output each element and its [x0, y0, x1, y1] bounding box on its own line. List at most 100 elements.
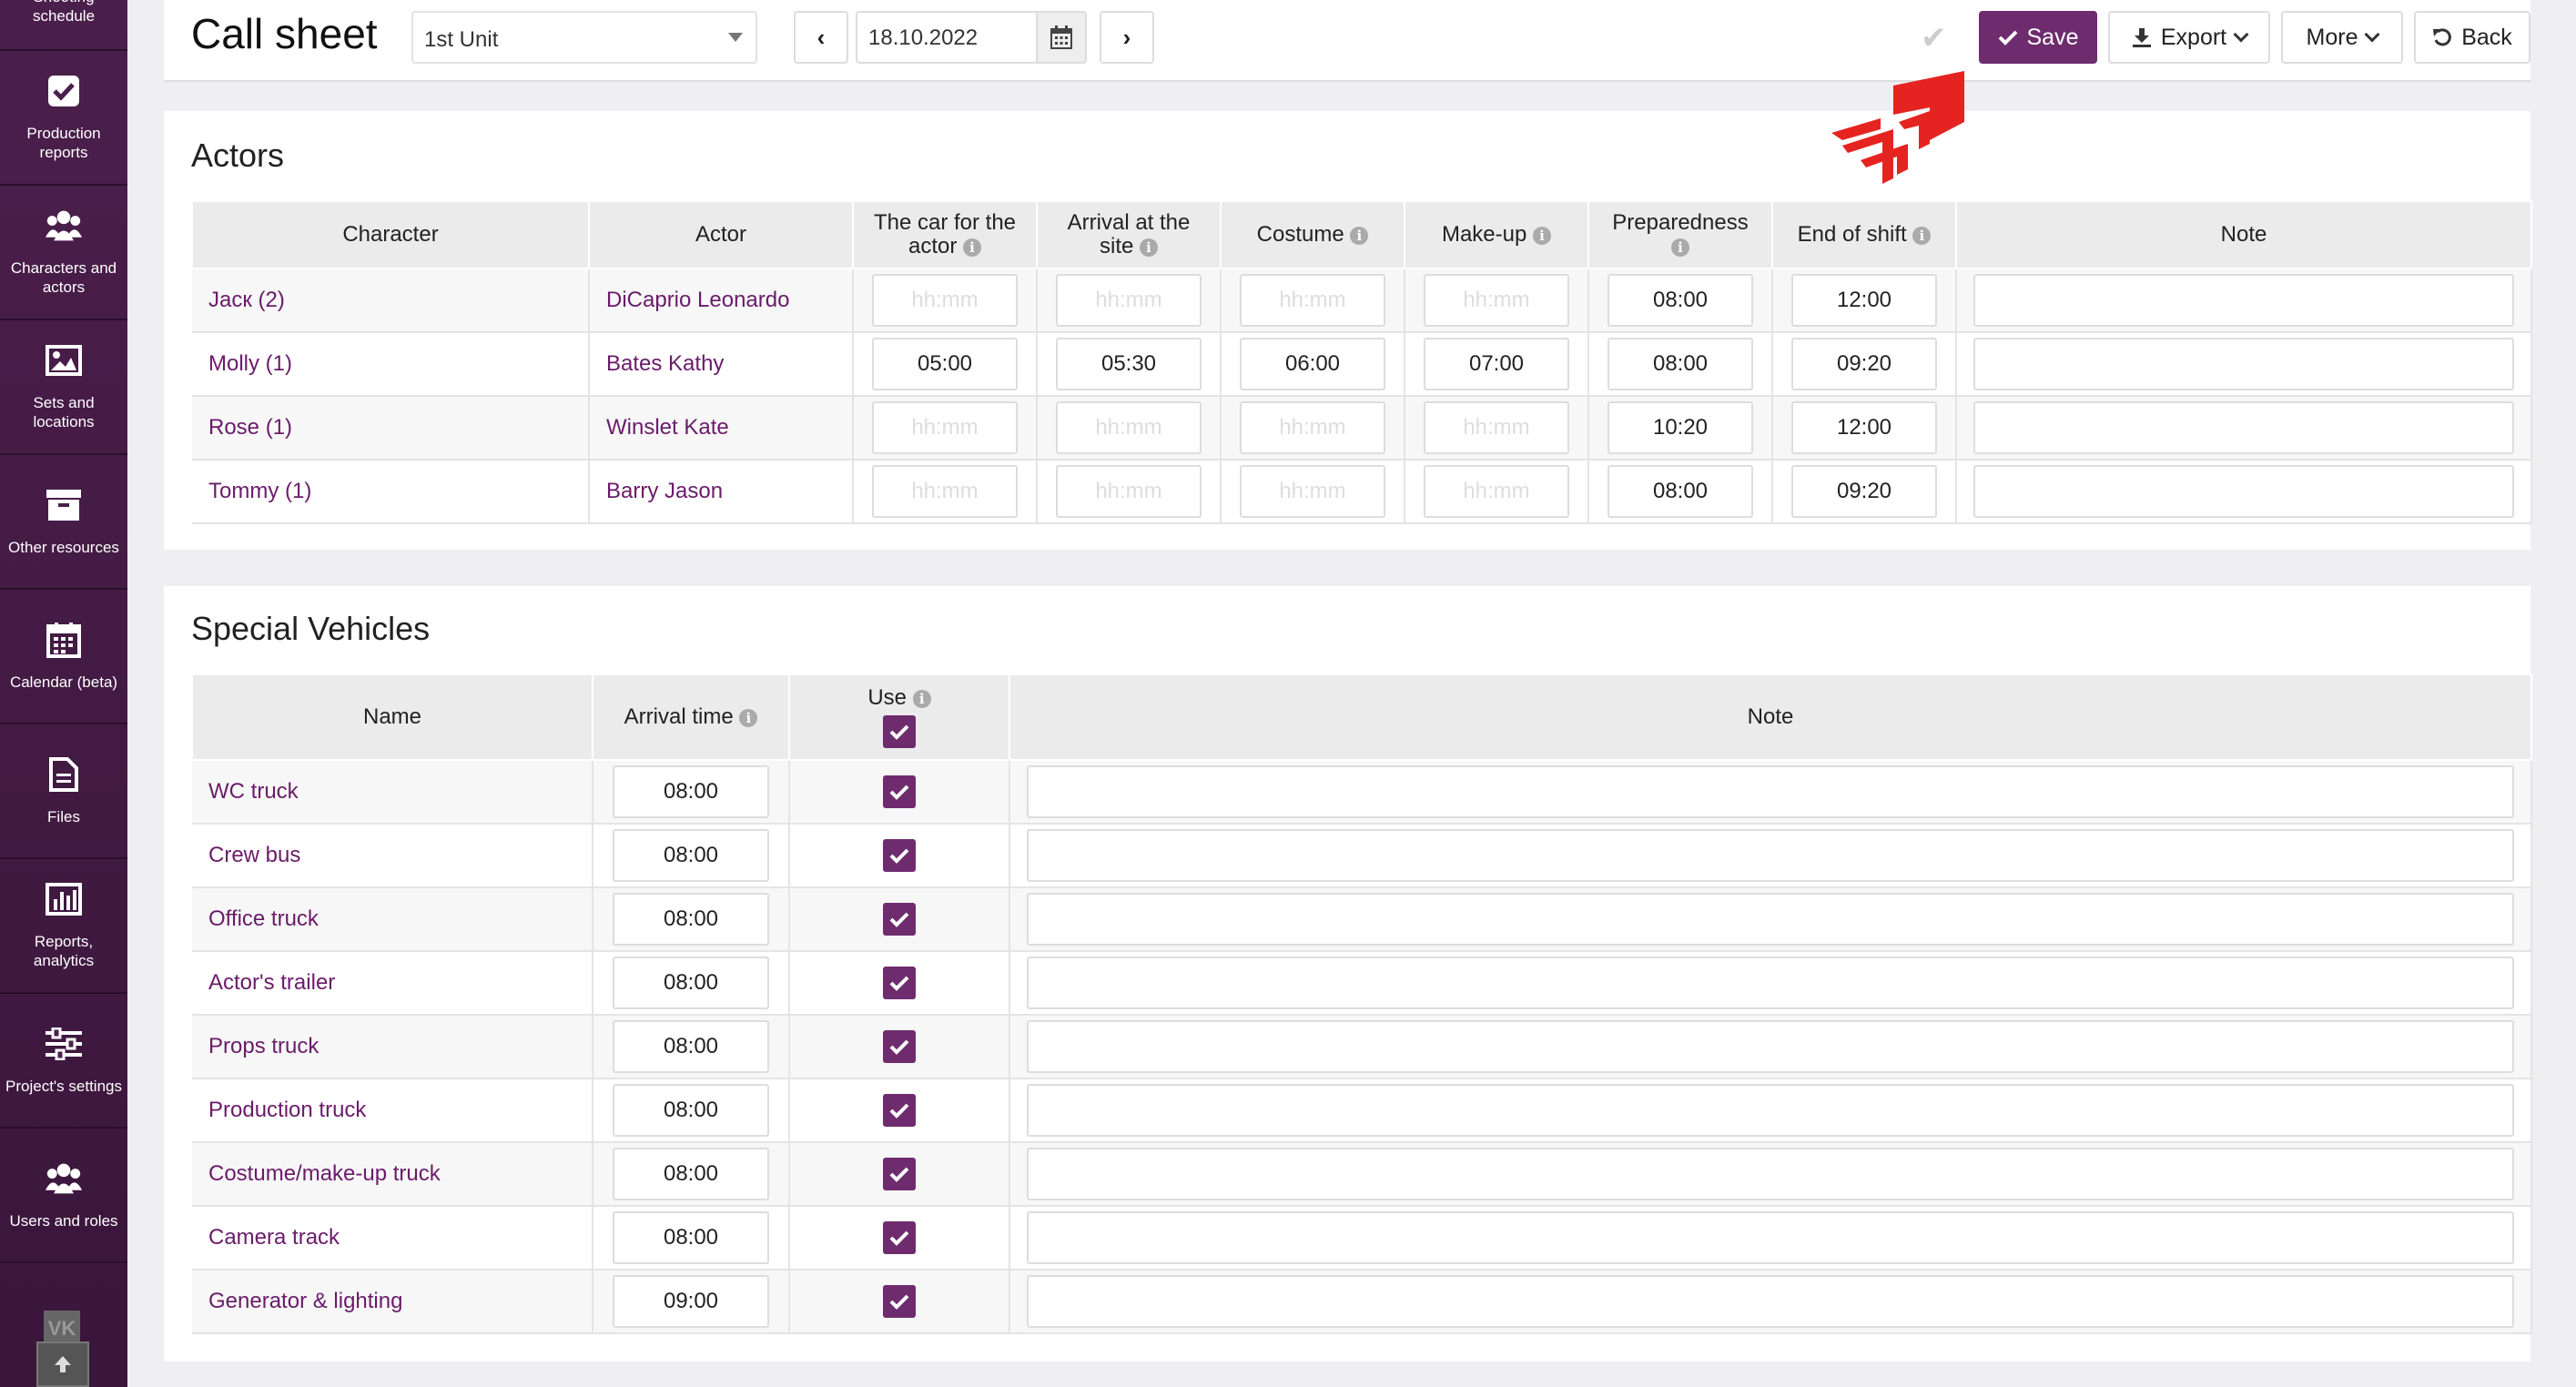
time-input-end[interactable]: 09:20: [1791, 338, 1937, 390]
vehicle-link[interactable]: Office truck: [192, 887, 593, 952]
time-input-makeup[interactable]: 07:00: [1424, 338, 1569, 390]
info-icon[interactable]: i: [1533, 226, 1552, 245]
character-link[interactable]: Jacк (2): [192, 268, 590, 333]
time-input-arrival[interactable]: hh:mm: [1056, 465, 1202, 518]
time-input-costume[interactable]: hh:mm: [1240, 465, 1385, 518]
arrival-time-input[interactable]: 08:00: [613, 1084, 769, 1137]
note-input[interactable]: [1027, 1084, 2514, 1137]
vehicle-link[interactable]: WC truck: [192, 760, 593, 825]
use-checkbox[interactable]: [883, 967, 916, 999]
note-input[interactable]: [1027, 765, 2514, 818]
time-input-costume[interactable]: hh:mm: [1240, 274, 1385, 327]
time-input-preparedness[interactable]: 08:00: [1607, 465, 1753, 518]
info-icon[interactable]: i: [1350, 226, 1369, 245]
info-icon[interactable]: i: [1912, 226, 1932, 245]
actor-link[interactable]: Winslet Kate: [589, 396, 854, 461]
use-checkbox[interactable]: [883, 1221, 916, 1254]
note-input[interactable]: [1027, 1148, 2514, 1200]
time-input-preparedness[interactable]: 10:20: [1607, 401, 1753, 454]
sidebar-item-users-and-roles[interactable]: Users and roles: [0, 1129, 127, 1263]
time-input-arrival[interactable]: hh:mm: [1056, 274, 1202, 327]
sidebar-item-production-reports[interactable]: Production reports: [0, 51, 127, 186]
character-link[interactable]: Molly (1): [192, 332, 590, 397]
time-input-costume[interactable]: 06:00: [1240, 338, 1385, 390]
arrival-time-input[interactable]: 08:00: [613, 957, 769, 1009]
sidebar-item-reports-analytics[interactable]: Reports, analytics: [0, 859, 127, 994]
use-checkbox[interactable]: [883, 839, 916, 872]
time-input-car[interactable]: hh:mm: [872, 401, 1018, 454]
use-checkbox[interactable]: [883, 1285, 916, 1318]
calendar-button[interactable]: [1036, 11, 1087, 64]
sidebar-item-characters-and-actors[interactable]: Characters and actors: [0, 186, 127, 320]
time-input-costume[interactable]: hh:mm: [1240, 401, 1385, 454]
time-input-preparedness[interactable]: 08:00: [1607, 274, 1753, 327]
date-input[interactable]: 18.10.2022: [856, 11, 1038, 64]
note-input[interactable]: [1027, 1275, 2514, 1328]
note-input[interactable]: [1027, 1211, 2514, 1264]
select-all-checkbox[interactable]: [883, 715, 916, 748]
note-input[interactable]: [1027, 829, 2514, 882]
note-input[interactable]: [1973, 338, 2514, 390]
time-input-makeup[interactable]: hh:mm: [1424, 465, 1569, 518]
time-input-end[interactable]: 12:00: [1791, 401, 1937, 454]
arrival-time-input[interactable]: 08:00: [613, 765, 769, 818]
actor-link[interactable]: Bates Kathy: [589, 332, 854, 397]
time-input-arrival[interactable]: 05:30: [1056, 338, 1202, 390]
sidebar-item-shooting-schedule[interactable]: Shooting schedule: [0, 0, 127, 51]
vehicle-link[interactable]: Crew bus: [192, 824, 593, 888]
note-input[interactable]: [1973, 274, 2514, 327]
info-icon[interactable]: i: [739, 708, 758, 727]
actor-link[interactable]: Barry Jason: [589, 460, 854, 524]
vehicle-link[interactable]: Production truck: [192, 1078, 593, 1143]
more-button[interactable]: More: [2281, 11, 2403, 64]
time-input-arrival[interactable]: hh:mm: [1056, 401, 1202, 454]
vehicle-link[interactable]: Generator & lighting: [192, 1270, 593, 1334]
time-input-end[interactable]: 09:20: [1791, 465, 1937, 518]
vehicle-link[interactable]: Camera track: [192, 1206, 593, 1271]
time-input-car[interactable]: 05:00: [872, 338, 1018, 390]
vehicle-link[interactable]: Props truck: [192, 1015, 593, 1079]
info-icon[interactable]: i: [1671, 238, 1689, 257]
arrival-time-input[interactable]: 08:00: [613, 1020, 769, 1073]
time-input-makeup[interactable]: hh:mm: [1424, 401, 1569, 454]
actor-link[interactable]: DiCaprio Leonardo: [589, 268, 854, 333]
arrival-time-input[interactable]: 08:00: [613, 893, 769, 946]
time-input-makeup[interactable]: hh:mm: [1424, 274, 1569, 327]
use-checkbox[interactable]: [883, 1094, 916, 1127]
export-button[interactable]: Export: [2108, 11, 2270, 64]
vehicle-link[interactable]: Actor's trailer: [192, 951, 593, 1016]
arrival-time-input[interactable]: 08:00: [613, 1148, 769, 1200]
note-input[interactable]: [1027, 893, 2514, 946]
sidebar-item-project-settings[interactable]: Project's settings: [0, 994, 127, 1129]
vehicle-link[interactable]: Costume/make-up truck: [192, 1142, 593, 1207]
sidebar-item-other-resources[interactable]: Other resources: [0, 455, 127, 590]
prev-date-button[interactable]: ‹: [794, 11, 848, 64]
note-input[interactable]: [1027, 957, 2514, 1009]
use-checkbox[interactable]: [883, 775, 916, 808]
use-checkbox[interactable]: [883, 1030, 916, 1063]
sidebar-item-sets-and-locations[interactable]: Sets and locations: [0, 320, 127, 455]
info-icon[interactable]: i: [963, 238, 982, 257]
arrival-time-input[interactable]: 08:00: [613, 829, 769, 882]
save-button[interactable]: Save: [1979, 11, 2097, 64]
character-link[interactable]: Tommy (1): [192, 460, 590, 524]
scroll-top-button[interactable]: [36, 1341, 89, 1387]
unit-select[interactable]: 1st Unit: [411, 11, 757, 64]
sidebar-item-files[interactable]: Files: [0, 724, 127, 859]
back-button[interactable]: Back: [2414, 11, 2530, 64]
info-icon[interactable]: i: [1140, 238, 1159, 257]
next-date-button[interactable]: ›: [1100, 11, 1154, 64]
use-checkbox[interactable]: [883, 903, 916, 936]
use-checkbox[interactable]: [883, 1158, 916, 1190]
time-input-car[interactable]: hh:mm: [872, 274, 1018, 327]
arrival-time-input[interactable]: 08:00: [613, 1211, 769, 1264]
time-input-end[interactable]: 12:00: [1791, 274, 1937, 327]
note-input[interactable]: [1973, 465, 2514, 518]
note-input[interactable]: [1973, 401, 2514, 454]
sidebar-item-calendar[interactable]: Calendar (beta): [0, 590, 127, 724]
character-link[interactable]: Rose (1): [192, 396, 590, 461]
note-input[interactable]: [1027, 1020, 2514, 1073]
time-input-preparedness[interactable]: 08:00: [1607, 338, 1753, 390]
arrival-time-input[interactable]: 09:00: [613, 1275, 769, 1328]
time-input-car[interactable]: hh:mm: [872, 465, 1018, 518]
